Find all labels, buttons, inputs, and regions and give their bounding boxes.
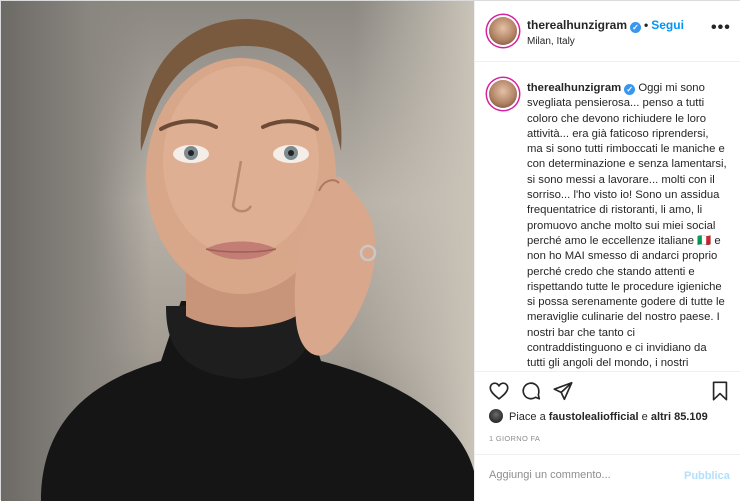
comment-composer: Pubblica bbox=[475, 454, 740, 502]
verified-badge-icon: ✓ bbox=[624, 84, 636, 95]
caption-author-avatar[interactable] bbox=[489, 80, 517, 108]
post-caption: therealhunzigram ✓ Oggi mi sono svegliata… bbox=[527, 81, 727, 370]
author-line: therealhunzigram ✓ • Segui bbox=[527, 18, 684, 33]
comment-icon[interactable] bbox=[520, 380, 542, 402]
bookmark-icon[interactable] bbox=[709, 380, 731, 402]
more-options-icon[interactable]: ••• bbox=[711, 19, 731, 37]
verified-badge-icon: ✓ bbox=[630, 22, 642, 33]
publish-button[interactable]: Pubblica bbox=[684, 470, 730, 482]
heart-icon[interactable] bbox=[488, 380, 510, 402]
post-photo[interactable] bbox=[1, 1, 474, 501]
author-username[interactable]: therealhunzigram bbox=[527, 18, 627, 32]
likes-prefix: Piace a bbox=[509, 411, 549, 423]
follow-button[interactable]: Segui bbox=[651, 18, 684, 32]
post-header: therealhunzigram ✓ • Segui Milan, Italy ••• bbox=[475, 1, 740, 62]
comments-scroll-area[interactable]: therealhunzigram ✓ Oggi mi sono svegliata… bbox=[475, 62, 740, 370]
liker-username[interactable]: faustolealiofficial bbox=[549, 411, 639, 423]
action-bar bbox=[475, 371, 740, 408]
likes-count[interactable]: altri 85.109 bbox=[651, 411, 708, 423]
post-dialog: therealhunzigram ✓ • Segui Milan, Italy •••… bbox=[0, 0, 740, 501]
post-sidebar: therealhunzigram ✓ • Segui Milan, Italy •••… bbox=[474, 1, 740, 501]
separator-dot: • bbox=[644, 18, 649, 32]
caption-username[interactable]: therealhunzigram bbox=[527, 82, 621, 94]
post-location[interactable]: Milan, Italy bbox=[527, 36, 575, 47]
likes-middle: e bbox=[638, 411, 651, 423]
caption-text: Oggi mi sono svegliata pensierosa... pen… bbox=[527, 82, 727, 370]
liker-avatar[interactable] bbox=[489, 409, 503, 423]
author-avatar[interactable] bbox=[489, 17, 517, 45]
comment-input[interactable] bbox=[489, 469, 669, 481]
post-timestamp[interactable]: 1 GIORNO FA bbox=[489, 434, 540, 443]
share-icon[interactable] bbox=[552, 380, 574, 402]
likes-summary: Piace a faustolealiofficial e altri 85.1… bbox=[489, 409, 708, 423]
portrait-illustration bbox=[41, 19, 474, 501]
